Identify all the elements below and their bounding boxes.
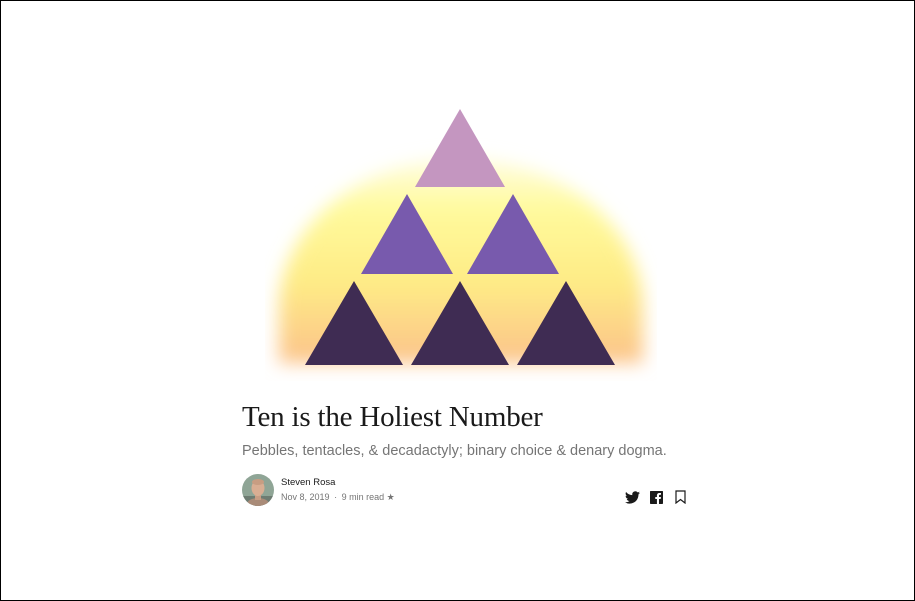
hero-image [265, 101, 657, 381]
twitter-share-button[interactable] [624, 489, 640, 505]
bookmark-button[interactable] [672, 489, 688, 505]
share-actions [616, 489, 688, 505]
facebook-icon [649, 490, 663, 504]
page-frame: Ten is the Holiest Number Pebbles, tenta… [0, 0, 915, 601]
meta-separator: · [334, 492, 338, 502]
author-avatar[interactable] [242, 474, 274, 506]
twitter-icon [624, 490, 640, 504]
article-subtitle: Pebbles, tentacles, & decadactyly; binar… [242, 443, 667, 459]
author-name[interactable]: Steven Rosa [281, 477, 335, 489]
facebook-share-button[interactable] [648, 489, 664, 505]
member-star-icon: ★ [386, 492, 395, 502]
article-meta: Nov 8, 2019 · 9 min read ★ [281, 491, 395, 503]
hero-triangle [415, 109, 505, 187]
publish-date: Nov 8, 2019 [281, 492, 330, 502]
article-title: Ten is the Holiest Number [242, 401, 543, 433]
avatar-photo [242, 474, 274, 506]
read-time: 9 min read [341, 492, 385, 502]
hero-illustration [279, 109, 643, 365]
bookmark-icon [674, 490, 686, 504]
byline: Steven Rosa Nov 8, 2019 · 9 min read ★ [242, 474, 688, 508]
